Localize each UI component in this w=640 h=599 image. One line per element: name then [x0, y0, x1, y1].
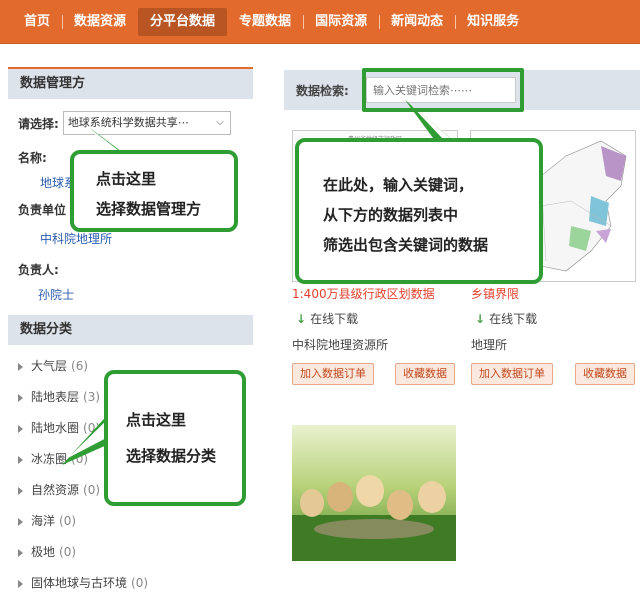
card-title[interactable]: 1:400万县级行政区划数据: [292, 285, 435, 302]
select-value: 地球系统科学数据共享⋯: [67, 116, 189, 129]
search-label: 数据检索:: [296, 84, 349, 98]
expand-triangle-icon: [18, 455, 23, 464]
callout-search: 在此处，输入关键词， 从下方的数据列表中 筛选出包含关键词的数据: [295, 138, 543, 284]
expand-triangle-icon: [18, 579, 23, 588]
category-item[interactable]: 极地 (0): [18, 537, 253, 568]
expand-triangle-icon: [18, 393, 23, 402]
manager-select-row: 请选择: 地球系统科学数据共享⋯ ⌵: [8, 111, 253, 135]
nav-intl-resources[interactable]: 国际资源: [303, 8, 379, 36]
callout-category: 点击这里 选择数据分类: [104, 370, 246, 506]
unit-value[interactable]: 中科院地理所: [8, 230, 253, 247]
download-arrow-icon: ↓: [475, 312, 486, 326]
nav-platform-data[interactable]: 分平台数据: [138, 7, 228, 36]
expand-triangle-icon: [18, 548, 23, 557]
person-label: 负责人:: [18, 263, 59, 277]
card-org: 地理所: [471, 338, 508, 352]
card-thumbnail[interactable]: [292, 425, 456, 561]
download-arrow-icon: ↓: [296, 312, 307, 326]
expand-triangle-icon: [18, 362, 23, 371]
favorite-button[interactable]: 收藏数据: [395, 363, 455, 385]
card-org: 中科院地理资源所: [292, 338, 389, 352]
download-link[interactable]: ↓ 在线下载: [296, 310, 358, 327]
select-label: 请选择:: [18, 116, 59, 131]
sidebar: 数据管理方 请选择: 地球系统科学数据共享⋯ ⌵ 名称: 地球系 负责单位 中科…: [8, 67, 253, 590]
add-order-button[interactable]: 加入数据订单: [292, 363, 374, 385]
nav-data-resources[interactable]: 数据资源: [62, 8, 138, 36]
callout-manager: 点击这里 选择数据管理方: [70, 150, 238, 232]
nav-topic-data[interactable]: 专题数据: [227, 8, 303, 36]
category-item[interactable]: 固体地球与古环境 (0): [18, 568, 253, 599]
nav-news[interactable]: 新闻动态: [379, 8, 455, 36]
nav-knowledge[interactable]: 知识服务: [455, 8, 531, 36]
chevron-down-icon: ⌵: [216, 117, 224, 128]
add-order-button[interactable]: 加入数据订单: [471, 363, 553, 385]
nav-home[interactable]: 首页: [12, 8, 62, 36]
favorite-button[interactable]: 收藏数据: [575, 363, 635, 385]
card-title[interactable]: 乡镇界限: [471, 285, 519, 302]
person-value[interactable]: 孙院士: [8, 286, 253, 303]
category-item[interactable]: 海洋 (0): [18, 506, 253, 537]
expand-triangle-icon: [18, 517, 23, 526]
search-highlight-frame: [362, 68, 524, 112]
download-link[interactable]: ↓ 在线下载: [475, 310, 537, 327]
expand-triangle-icon: [18, 424, 23, 433]
expand-triangle-icon: [18, 486, 23, 495]
puppies-photo-icon: [292, 425, 456, 561]
top-nav: 首页 数据资源 分平台数据 专题数据 国际资源 新闻动态 知识服务: [0, 0, 640, 44]
manager-section-title: 数据管理方: [8, 69, 253, 99]
category-section-title: 数据分类: [8, 315, 253, 345]
manager-select[interactable]: 地球系统科学数据共享⋯ ⌵: [62, 111, 231, 135]
